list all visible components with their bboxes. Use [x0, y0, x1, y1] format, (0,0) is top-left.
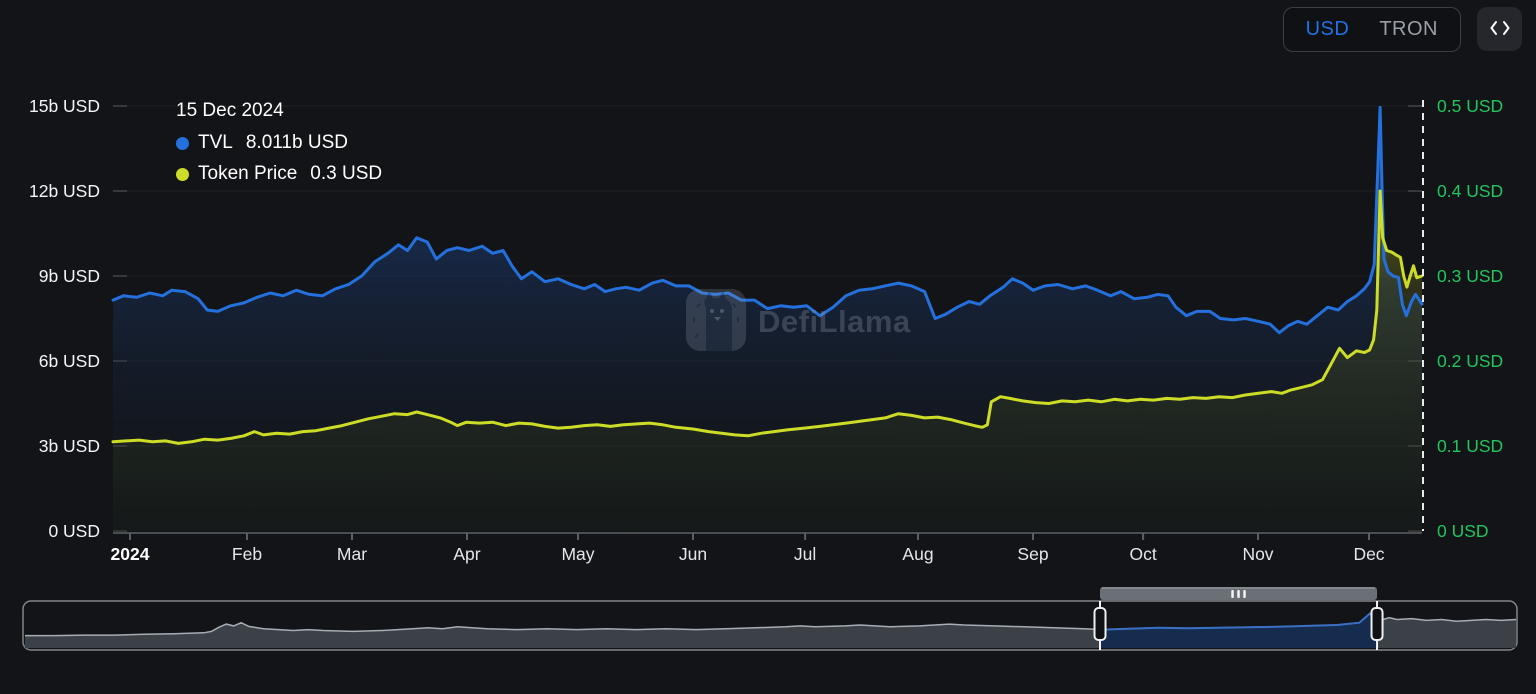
right-axis-label: 0 USD: [1437, 521, 1489, 541]
left-axis-label: 12b USD: [29, 181, 100, 201]
left-axis-label: 9b USD: [39, 266, 100, 286]
brush-handle-right[interactable]: [1370, 607, 1384, 641]
drag-handle-dots-icon: [1231, 590, 1234, 598]
left-axis-label: 15b USD: [29, 96, 100, 116]
brush-handle-left[interactable]: [1093, 607, 1107, 641]
right-axis-label: 0.1 USD: [1437, 436, 1503, 456]
left-axis-label: 6b USD: [39, 351, 100, 371]
tooltip-row-tvl: TVL 8.011b USD: [176, 132, 382, 154]
price-series-dot: [176, 167, 189, 181]
left-axis-label: 3b USD: [39, 436, 100, 456]
drag-handle-dots-icon: [1243, 590, 1246, 598]
x-axis-label: Mar: [337, 544, 367, 564]
right-axis-label: 0.5 USD: [1437, 96, 1503, 116]
right-axis-label: 0.4 USD: [1437, 181, 1503, 201]
tooltip-row-price: Token Price 0.3 USD: [176, 163, 382, 185]
tvl-price-chart[interactable]: 2024 Feb Mar Apr May Jun Jul Aug Sep Oct Nov Dec 0 U…: [0, 0, 1536, 584]
tvl-series-dot: [176, 136, 189, 150]
x-axis-label: May: [561, 544, 594, 564]
zoom-range-brush[interactable]: [0, 584, 1536, 694]
tvl-label: TVL: [198, 132, 233, 153]
right-axis-label: 0.2 USD: [1437, 351, 1503, 371]
x-axis-label: Jun: [679, 544, 707, 564]
right-axis-label: 0.3 USD: [1437, 266, 1503, 286]
x-axis-label: Sep: [1017, 544, 1048, 564]
x-axis-label: Feb: [232, 544, 262, 564]
x-axis-label: Aug: [902, 544, 933, 564]
price-value: 0.3 USD: [310, 163, 383, 184]
price-label: Token Price: [198, 163, 298, 184]
x-axis-label: Jul: [794, 544, 816, 564]
tooltip-date: 15 Dec 2024: [176, 100, 284, 121]
drag-handle-dots-icon: [1237, 590, 1240, 598]
x-axis-label: Nov: [1242, 544, 1273, 564]
x-axis-label: 2024: [111, 544, 150, 564]
x-axis-label: Apr: [453, 544, 480, 564]
tvl-value: 8.011b USD: [245, 132, 348, 153]
chart-tooltip: 15 Dec 2024 TVL 8.011b USD Token Price 0…: [176, 100, 382, 194]
left-axis-label: 0 USD: [48, 521, 100, 541]
x-axis-label: Oct: [1129, 544, 1156, 564]
x-axis-label: Dec: [1353, 544, 1384, 564]
